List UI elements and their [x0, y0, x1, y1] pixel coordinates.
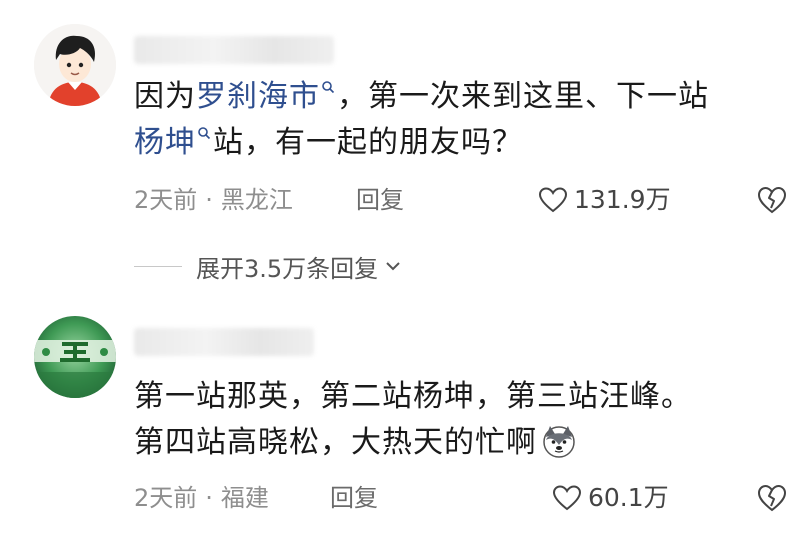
username-redacted — [134, 328, 314, 356]
timestamp: 2天前 — [134, 484, 198, 512]
comment-meta-time-2: 2天前 · 福建 — [134, 480, 269, 516]
cartoon-boy-avatar-icon — [34, 24, 116, 106]
broken-heart-icon[interactable] — [756, 482, 788, 514]
avatar-2[interactable] — [34, 316, 116, 398]
comment-meta-2: 2天前 · 福建 回复 60.1万 — [134, 480, 787, 516]
search-mini-icon[interactable] — [197, 126, 211, 140]
comment-text-1-line-1: 因为罗刹海市 ，第一次来到这里、下一站 — [134, 74, 784, 120]
search-link-1[interactable]: 罗刹海市 — [196, 79, 320, 114]
search-mini-icon[interactable] — [321, 80, 335, 94]
heart-outline-icon — [552, 485, 582, 511]
avatar-1[interactable] — [34, 24, 116, 106]
expand-replies-label: 展开3.5万条回复 — [196, 254, 379, 283]
chevron-down-icon — [386, 262, 400, 271]
text-fragment: 因为 — [134, 79, 196, 114]
comment-text-1-line-2: 杨坤 站，有一起的朋友吗？ — [134, 120, 784, 166]
expand-replies-button[interactable]: 展开3.5万条回复 — [134, 248, 404, 284]
reply-button[interactable]: 回复 — [356, 182, 404, 218]
like-count: 60.1万 — [588, 483, 669, 512]
comment-text-2-line-2: 第四站高晓松，大热天的忙啊 — [134, 420, 784, 466]
separator-dot: · — [205, 186, 213, 214]
comment-text-2-line-1: 第一站那英，第二站杨坤，第三站汪峰。 — [134, 379, 692, 414]
broken-heart-icon[interactable] — [756, 184, 788, 216]
location: 福建 — [220, 484, 269, 512]
comment-text-2: 第一站那英，第二站杨坤，第三站汪峰。 第四站高晓松，大热天的忙啊 — [134, 374, 784, 466]
comment-meta-1: 2天前 · 黑龙江 回复 131.9万 — [134, 182, 787, 218]
comment-meta-time-1: 2天前 · 黑龙江 — [134, 182, 293, 218]
username-redacted — [134, 36, 334, 64]
reply-button[interactable]: 回复 — [330, 480, 378, 516]
heart-outline-icon — [538, 187, 568, 213]
like-button[interactable]: 131.9万 — [538, 182, 671, 218]
timestamp: 2天前 — [134, 186, 198, 214]
text-fragment: ，第一次来到这里、下一站 — [337, 79, 709, 114]
green-logo-avatar-icon — [34, 316, 116, 398]
text-fragment: 站，有一起的朋友吗？ — [213, 125, 523, 160]
like-count: 131.9万 — [574, 185, 671, 214]
like-button[interactable]: 60.1万 — [552, 480, 669, 516]
text-fragment: 第四站高晓松，大热天的忙啊 — [134, 425, 537, 460]
separator-dot: · — [205, 484, 213, 512]
divider-line — [134, 265, 182, 267]
husky-emoji-icon — [543, 425, 575, 458]
location: 黑龙江 — [220, 186, 293, 214]
comment-text-1: 因为罗刹海市 ，第一次来到这里、下一站 杨坤 站，有一起的朋友吗？ — [134, 74, 784, 166]
search-link-2[interactable]: 杨坤 — [134, 125, 196, 160]
